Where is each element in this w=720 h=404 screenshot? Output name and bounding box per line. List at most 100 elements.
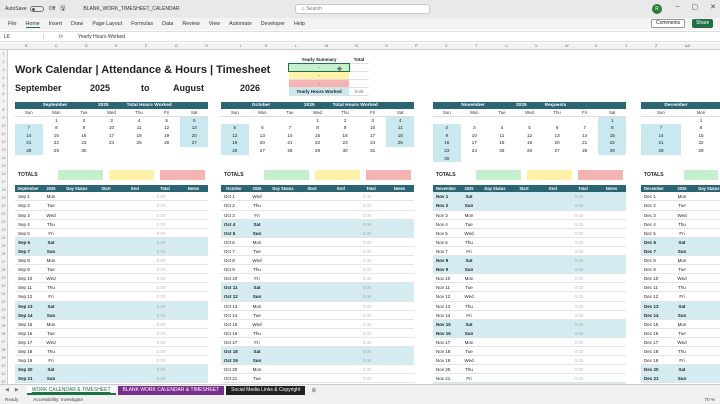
calendar-day[interactable]: 15 — [304, 132, 332, 140]
minimize-icon[interactable]: – — [676, 3, 680, 11]
table-row[interactable]: Oct 11 Sat 0.00 — [221, 283, 414, 293]
calendar-day[interactable]: 17 — [461, 139, 489, 147]
table-row[interactable]: Dec 8 Mon — [641, 256, 720, 266]
table-row[interactable]: Sep 17 Wed 0.00 — [15, 338, 208, 347]
table-row[interactable]: Sep 5 Fri 0.00 — [15, 229, 208, 238]
table-row[interactable]: Sep 10 Wed 0.00 — [15, 274, 208, 284]
calendar-day[interactable] — [153, 147, 181, 155]
calendar-day[interactable]: 22 — [681, 139, 720, 147]
calendar-day[interactable] — [276, 117, 304, 125]
row-empty-cells[interactable] — [61, 265, 151, 273]
row-empty-cells[interactable] — [267, 211, 357, 219]
row-empty-cells[interactable] — [61, 329, 151, 337]
calendar-day[interactable]: 20 — [543, 139, 571, 147]
save-icon[interactable]: 🖫 — [60, 4, 65, 14]
calendar-day[interactable]: 5 — [153, 117, 181, 125]
calendar-day[interactable]: 23 — [331, 139, 359, 147]
table-row[interactable]: Sep 21 Sun 0.00 — [15, 374, 208, 384]
calendar-day[interactable]: 17 — [98, 132, 126, 140]
avatar[interactable]: R — [652, 4, 662, 14]
calendar-day[interactable]: 17 — [359, 132, 387, 140]
row-empty-cells[interactable] — [61, 365, 151, 373]
table-row[interactable]: Dec 19 Fri — [641, 356, 720, 366]
table-row[interactable]: Sep 4 Thu 0.00 — [15, 220, 208, 229]
maximize-icon[interactable]: ▢ — [692, 3, 699, 11]
row-number[interactable]: 4 — [0, 74, 7, 82]
table-row[interactable]: Nov 11 Tue 0.00 — [433, 283, 626, 293]
calendar-day[interactable]: 13 — [180, 124, 209, 132]
row-empty-cells[interactable] — [61, 338, 151, 346]
row-empty-cells[interactable] — [61, 283, 151, 291]
calendar-day[interactable]: 3 — [461, 124, 489, 132]
row-empty-cells[interactable] — [267, 329, 357, 337]
row-empty-cells[interactable] — [479, 311, 569, 319]
total-status-cell[interactable] — [109, 170, 154, 180]
row-empty-cells[interactable] — [61, 192, 151, 200]
row-number[interactable]: 2 — [0, 58, 7, 66]
row-empty-cells[interactable] — [479, 265, 569, 273]
row-number[interactable]: 35 — [0, 322, 7, 330]
calendar-day[interactable]: 3 — [359, 117, 387, 125]
row-number[interactable]: 7 — [0, 98, 7, 106]
row-number[interactable]: 36 — [0, 330, 7, 338]
table-row[interactable]: Sep 12 Fri 0.00 — [15, 292, 208, 302]
row-number[interactable]: 22 — [0, 218, 7, 226]
calendar-day[interactable]: 12 — [516, 132, 544, 140]
calendar-day[interactable]: 13 — [543, 132, 571, 140]
calendar-day[interactable]: 30 — [433, 154, 461, 163]
row-empty-cells[interactable] — [479, 338, 569, 346]
table-row[interactable]: Nov 17 Mon 0.00 — [433, 338, 626, 347]
row-empty-cells[interactable] — [479, 292, 569, 300]
total-status-cell[interactable] — [58, 170, 103, 180]
calendar-day[interactable]: 11 — [386, 124, 415, 132]
calendar-day[interactable]: 15 — [598, 131, 627, 140]
calendar-day[interactable]: 12 — [221, 131, 249, 140]
table-row[interactable]: Sep 16 Tue 0.00 — [15, 329, 208, 338]
calendar-day[interactable]: 26 — [153, 139, 181, 147]
table-row[interactable]: Dec 7 Sun — [641, 246, 720, 257]
row-empty-cells[interactable] — [61, 201, 151, 209]
row-empty-cells[interactable] — [267, 201, 357, 209]
calendar-day[interactable] — [461, 155, 489, 163]
calendar-day[interactable]: 6 — [249, 124, 277, 132]
comments-button[interactable]: Comments — [651, 19, 686, 28]
row-empty-cells[interactable] — [61, 238, 151, 246]
calendar-day[interactable]: 7 — [571, 124, 599, 132]
row-number[interactable]: 6 — [0, 90, 7, 98]
total-status-cell[interactable] — [315, 170, 360, 180]
row-empty-cells[interactable] — [267, 311, 357, 319]
calendar-day[interactable]: 28 — [276, 147, 304, 155]
table-row[interactable]: Sep 8 Mon 0.00 — [15, 256, 208, 266]
table-row[interactable]: Oct 4 Sat 0.00 — [221, 219, 414, 229]
row-empty-cells[interactable] — [61, 292, 151, 300]
row-empty-cells[interactable] — [61, 247, 151, 255]
row-empty-cells[interactable] — [267, 220, 357, 228]
calendar-day[interactable]: 14 — [571, 132, 599, 140]
calendar-day[interactable] — [98, 147, 126, 155]
row-empty-cells[interactable] — [267, 192, 357, 200]
menu-automate[interactable]: Automate — [229, 21, 252, 27]
calendar-day[interactable]: 14 — [641, 131, 681, 140]
calendar-day[interactable]: 8 — [598, 124, 627, 132]
table-row[interactable]: Dec 11 Thu — [641, 283, 720, 293]
table-row[interactable]: Dec 15 Mon — [641, 320, 720, 329]
menu-help[interactable]: Help — [294, 21, 305, 27]
row-empty-cells[interactable] — [267, 365, 357, 373]
table-row[interactable]: Dec 20 Sat — [641, 365, 720, 375]
calendar-day[interactable]: 20 — [249, 139, 277, 147]
row-number[interactable]: 28 — [0, 266, 7, 274]
row-empty-cells[interactable] — [479, 374, 569, 382]
calendar-day[interactable] — [516, 117, 544, 125]
table-row[interactable]: Sep 1 Mon 0.00 — [15, 192, 208, 202]
table-row[interactable]: Dec 3 Wed — [641, 211, 720, 220]
table-row[interactable]: Nov 13 Thu 0.00 — [433, 302, 626, 311]
row-number[interactable]: 32 — [0, 298, 7, 306]
row-number[interactable]: 27 — [0, 258, 7, 266]
row-empty-cells[interactable] — [61, 320, 151, 328]
row-empty-cells[interactable] — [479, 365, 569, 373]
row-empty-cells[interactable] — [479, 283, 569, 291]
row-empty-cells[interactable] — [61, 374, 151, 382]
table-row[interactable]: Oct 8 Wed 0.00 — [221, 256, 414, 266]
calendar-day[interactable]: 11 — [488, 132, 516, 140]
calendar-day[interactable]: 2 — [433, 124, 461, 132]
